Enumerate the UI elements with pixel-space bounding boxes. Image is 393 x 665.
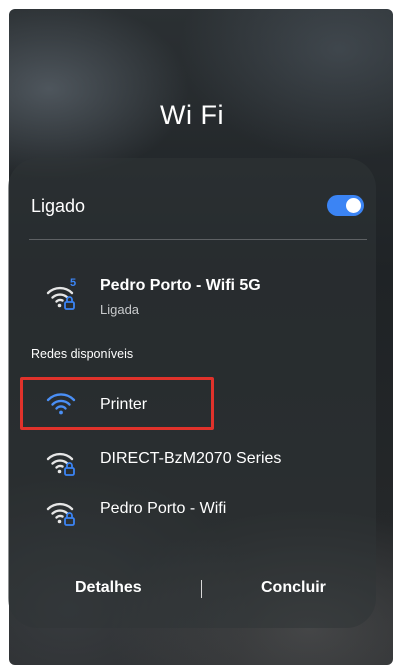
wifi-toggle-label: Ligado [31, 196, 86, 216]
connected-network-status: Ligada [100, 302, 140, 317]
band-badge: 5 [70, 277, 77, 289]
wifi-locked-icon [46, 452, 75, 476]
wifi-locked-icon [46, 502, 75, 526]
footer-separator [201, 580, 202, 598]
done-button[interactable]: Concluir [261, 579, 326, 597]
annotation-highlight-box [20, 377, 214, 430]
available-networks-header: Redes disponíveis [31, 347, 134, 361]
details-button[interactable]: Detalhes [75, 579, 142, 597]
divider [29, 239, 367, 240]
network-name: Pedro Porto - Wifi [100, 500, 227, 517]
toggle-knob [346, 198, 361, 213]
network-name: DIRECT-BzM2070 Series [100, 450, 282, 467]
wifi-toggle[interactable] [327, 195, 364, 216]
connected-network-name: Pedro Porto - Wifi 5G [100, 277, 261, 294]
dialog-title: Wi Fi [160, 100, 224, 130]
